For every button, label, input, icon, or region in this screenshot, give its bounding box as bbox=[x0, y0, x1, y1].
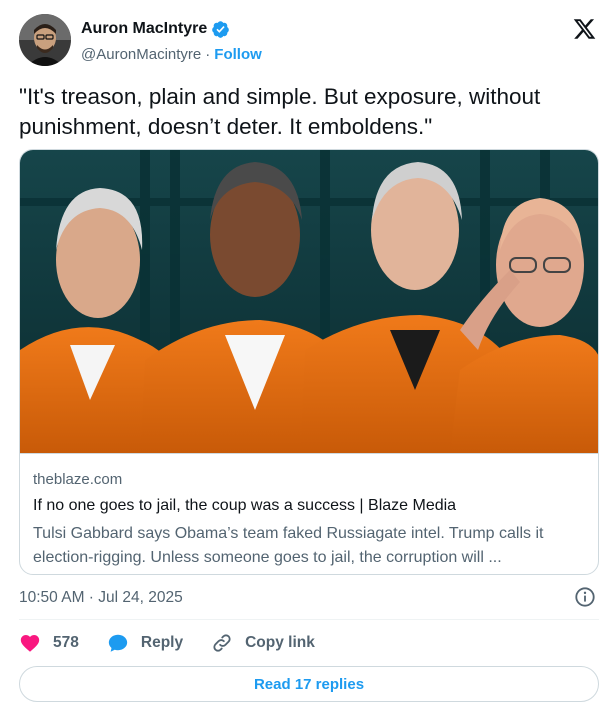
reply-bubble-icon bbox=[107, 632, 129, 654]
link-card[interactable]: theblaze.com If no one goes to jail, the… bbox=[19, 149, 599, 575]
read-replies-label: Read 17 replies bbox=[253, 675, 365, 693]
heart-icon bbox=[19, 632, 41, 654]
copy-link-label: Copy link bbox=[245, 634, 315, 651]
follow-button[interactable]: Follow bbox=[214, 46, 262, 63]
read-replies-button[interactable]: Read 17 replies bbox=[19, 666, 599, 702]
x-logo-icon[interactable] bbox=[572, 17, 597, 41]
tweet-timestamp[interactable]: 10:50 AM · Jul 24, 2025 bbox=[19, 588, 183, 608]
copy-link-button[interactable]: Copy link bbox=[211, 632, 315, 654]
reply-button[interactable]: Reply bbox=[107, 632, 183, 654]
tweet-text: "It's treason, plain and simple. But exp… bbox=[19, 84, 541, 139]
card-image bbox=[20, 150, 598, 454]
author-display-name[interactable]: Auron MacIntyre bbox=[81, 20, 207, 38]
tweet-embed: Auron MacIntyre @AuronMacintyre · Follow… bbox=[0, 0, 612, 713]
separator-dot: · bbox=[205, 46, 211, 63]
info-icon[interactable] bbox=[574, 586, 596, 608]
action-bar: 578 Reply Copy link bbox=[19, 630, 343, 656]
author-info: Auron MacIntyre @AuronMacintyre · Follow bbox=[81, 18, 262, 63]
like-button[interactable]: 578 bbox=[19, 632, 79, 654]
card-meta: theblaze.com If no one goes to jail, the… bbox=[33, 470, 588, 570]
avatar[interactable] bbox=[19, 14, 71, 66]
tweet-header: Auron MacIntyre @AuronMacintyre · Follow bbox=[19, 14, 599, 66]
reply-label: Reply bbox=[140, 634, 184, 651]
likes-count: 578 bbox=[53, 634, 79, 651]
link-icon bbox=[211, 632, 233, 654]
card-description: Tulsi Gabbard says Obama’s team faked Ru… bbox=[33, 525, 544, 566]
verified-badge-icon bbox=[211, 20, 230, 39]
author-handle[interactable]: @AuronMacintyre bbox=[81, 46, 201, 63]
card-domain: theblaze.com bbox=[33, 471, 123, 488]
card-title: If no one goes to jail, the coup was a s… bbox=[33, 497, 457, 514]
divider bbox=[19, 619, 599, 620]
